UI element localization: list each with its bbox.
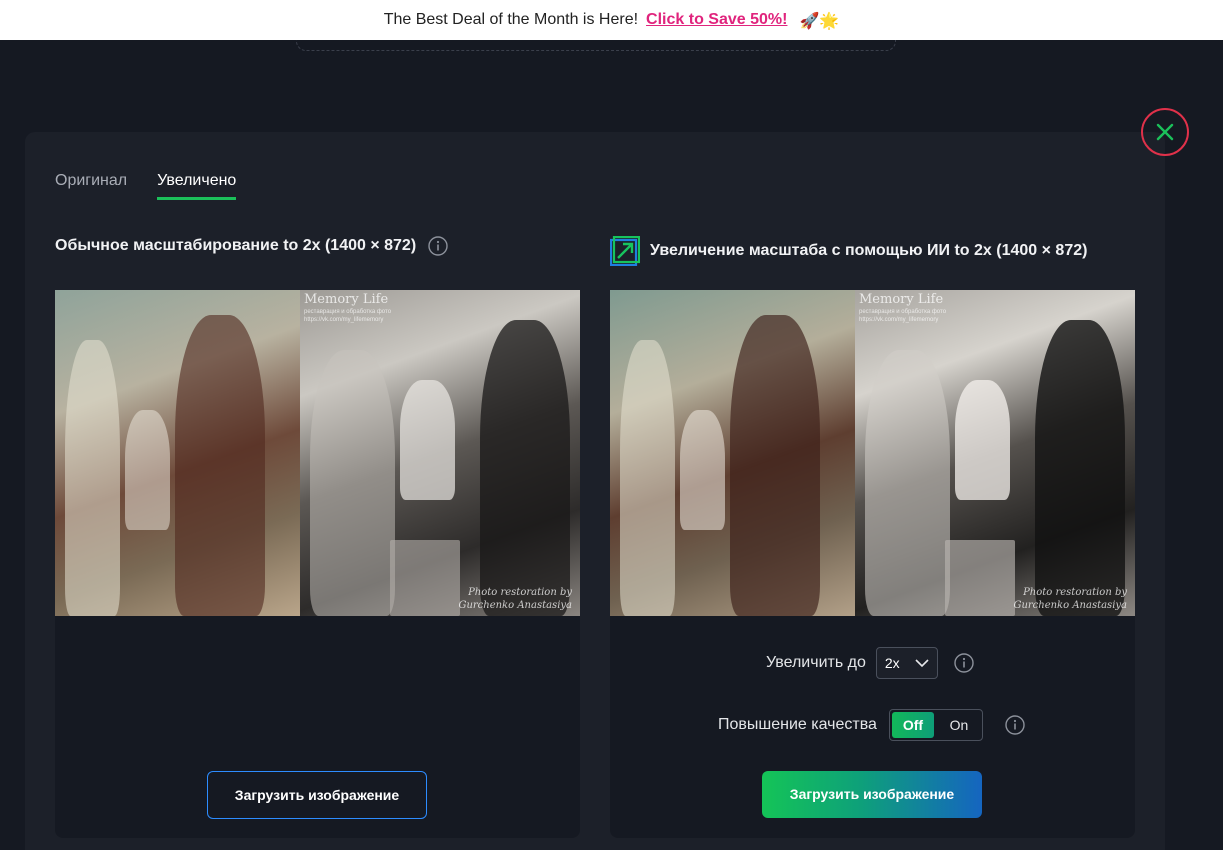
- signature-line-2: Gurchenko Anastasiya: [1013, 600, 1127, 611]
- upload-image-button-standard[interactable]: Загрузить изображение: [207, 771, 427, 819]
- watermark-subtitle: реставрация и обработка фото: [859, 309, 947, 315]
- scale-label: Увеличить до: [766, 654, 866, 671]
- quality-off-option[interactable]: Off: [891, 712, 934, 738]
- faded-photo-half: [610, 290, 855, 616]
- restored-photo-half: Memory Life реставрация и обработка фото…: [855, 290, 1135, 616]
- watermark-url: https://vk.com/my_lifememory: [859, 317, 939, 323]
- tab-upscaled[interactable]: Увеличено: [157, 172, 237, 200]
- restored-photo-half: Memory Life реставрация и обработка фото…: [300, 290, 580, 616]
- ai-upscale-icon: [610, 236, 640, 266]
- promo-text: The Best Deal of the Month is Here!: [383, 11, 639, 28]
- scale-row: Увеличить до 2x: [766, 647, 974, 679]
- quality-toggle[interactable]: Off On: [888, 709, 983, 741]
- close-button[interactable]: [1141, 108, 1189, 156]
- standard-upscale-card: Memory Life реставрация и обработка фото…: [55, 290, 580, 838]
- tab-original[interactable]: Оригинал: [55, 172, 127, 200]
- watermark-url: https://vk.com/my_lifememory: [304, 317, 384, 323]
- quality-on-option[interactable]: On: [938, 712, 980, 738]
- close-icon: [1156, 123, 1174, 141]
- promo-link[interactable]: Click to Save 50%!: [646, 11, 787, 29]
- rocket-star-icon: 🚀🌟: [799, 10, 840, 30]
- standard-upscale-title-text: Обычное масштабирование to 2x (1400 × 87…: [55, 237, 417, 254]
- watermark-title: Memory Life: [304, 292, 389, 307]
- quality-label: Повышение качества: [718, 716, 877, 733]
- ai-upscaled-photo: Memory Life реставрация и обработка фото…: [610, 290, 1135, 616]
- ai-upscale-card: Memory Life реставрация и обработка фото…: [610, 290, 1135, 838]
- watermark-subtitle: реставрация и обработка фото: [304, 309, 392, 315]
- quality-row: Повышение качества Off On: [718, 709, 1025, 741]
- upload-image-button-ai[interactable]: Загрузить изображение: [762, 771, 982, 818]
- signature-line-1: Photo restoration by: [468, 587, 572, 598]
- info-icon[interactable]: [1005, 715, 1025, 735]
- signature-line-2: Gurchenko Anastasiya: [458, 600, 572, 611]
- watermark-title: Memory Life: [859, 292, 944, 307]
- info-icon[interactable]: [954, 653, 974, 673]
- promo-banner: The Best Deal of the Month is Here! Clic…: [0, 0, 1223, 40]
- signature-line-1: Photo restoration by: [1023, 587, 1127, 598]
- chevron-down-icon: [915, 658, 929, 667]
- view-tabs: Оригинал Увеличено: [55, 172, 237, 200]
- standard-upscaled-photo: Memory Life реставрация и обработка фото…: [55, 290, 580, 616]
- scale-select[interactable]: 2x: [875, 647, 938, 679]
- ai-upscale-title: Увеличение масштаба с помощью ИИ to 2x (…: [610, 236, 1087, 266]
- info-icon[interactable]: [428, 236, 448, 256]
- standard-upscale-title: Обычное масштабирование to 2x (1400 × 87…: [55, 236, 448, 256]
- scale-select-value: 2x: [884, 655, 900, 671]
- ai-upscale-title-text: Увеличение масштаба с помощью ИИ to 2x (…: [650, 242, 1088, 259]
- faded-photo-half: [55, 290, 300, 616]
